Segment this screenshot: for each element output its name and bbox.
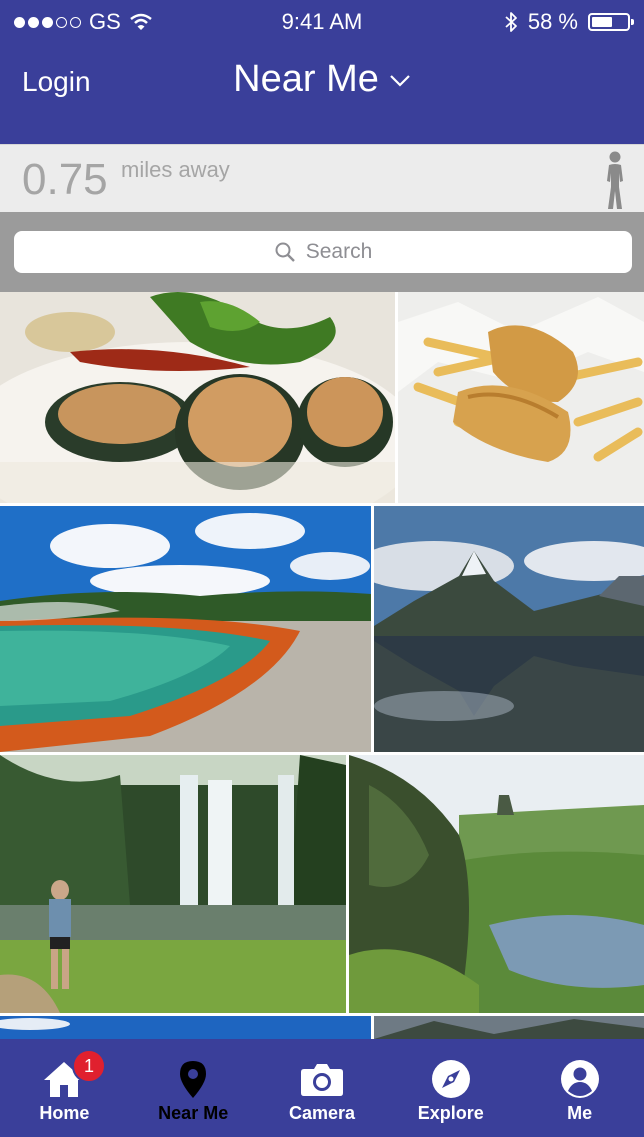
camera-icon — [300, 1064, 343, 1096]
chevron-down-icon — [390, 75, 410, 87]
status-right: 58 % — [504, 9, 634, 35]
tab-label: Near Me — [158, 1103, 229, 1123]
photo-waterfall[interactable] — [0, 755, 346, 1013]
battery-percent: 58 % — [527, 9, 578, 34]
photo-fish-and-chips[interactable] — [398, 292, 644, 503]
notification-badge: 1 — [72, 1049, 106, 1083]
photo-mussels[interactable] — [0, 292, 395, 503]
walking-person-icon[interactable] — [598, 151, 632, 211]
tab-label: Me — [567, 1103, 593, 1123]
tab-bar: 1 Home Near Me Camera Explore Me — [0, 1039, 644, 1137]
search-placeholder: Search — [305, 240, 373, 263]
distance-filter[interactable]: 0.75 miles away — [0, 144, 644, 212]
photo-fiord[interactable] — [374, 506, 644, 752]
user-icon — [560, 1060, 599, 1098]
nav-bar: Login Near Me — [0, 44, 644, 144]
battery-icon — [588, 13, 634, 31]
tab-label: Explore — [417, 1103, 484, 1123]
compass-icon — [431, 1060, 470, 1098]
search-input[interactable]: Search — [14, 231, 632, 273]
photo-partial-left[interactable] — [0, 1016, 371, 1039]
page-title: Near Me — [233, 58, 379, 100]
search-bar-container: Search — [0, 212, 644, 292]
search-icon — [275, 242, 295, 262]
tab-explore[interactable]: Explore — [386, 1039, 515, 1137]
photo-partial-right[interactable] — [374, 1016, 644, 1039]
distance-value: 0.75 — [22, 155, 108, 204]
tab-label: Camera — [288, 1103, 356, 1123]
tab-camera[interactable]: Camera — [258, 1039, 387, 1137]
status-bar: GS 9:41 AM 58 % — [0, 0, 644, 44]
tab-near-me[interactable]: Near Me — [129, 1039, 258, 1137]
photo-hot-spring[interactable] — [0, 506, 371, 752]
location-selector[interactable]: Near Me — [0, 58, 644, 101]
tab-label: Home — [39, 1103, 90, 1123]
photo-river-valley[interactable] — [349, 755, 644, 1013]
bluetooth-icon — [505, 12, 517, 32]
distance-unit: miles away — [121, 157, 230, 182]
photo-grid — [0, 292, 644, 1039]
location-pin-icon — [180, 1061, 207, 1098]
tab-me[interactable]: Me — [515, 1039, 644, 1137]
tab-home[interactable]: 1 Home — [0, 1039, 129, 1137]
